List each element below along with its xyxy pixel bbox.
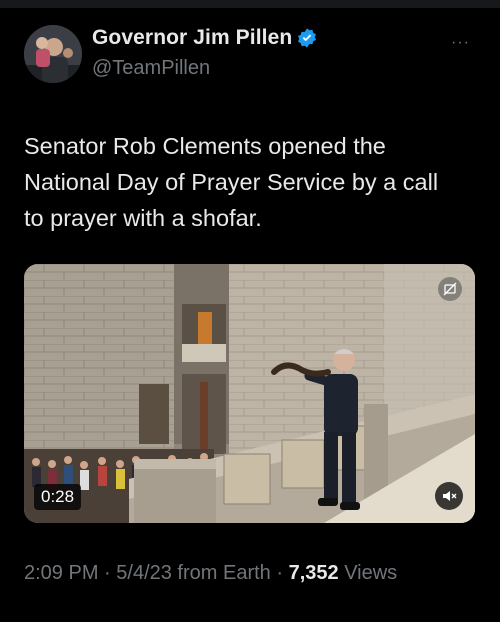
author-name[interactable]: Governor Jim Pillen xyxy=(92,26,292,50)
image-off-icon[interactable] xyxy=(438,277,462,301)
views-label: Views xyxy=(338,562,398,584)
mute-icon[interactable] xyxy=(435,482,463,510)
avatar-photo xyxy=(24,25,82,83)
tweet-meta: 2:09 PM · 5/4/23 from Earth · 7,352 View… xyxy=(24,557,464,589)
tweet-text: Senator Rob Clements opened the National… xyxy=(24,133,439,231)
avatar[interactable] xyxy=(24,25,82,83)
tweet-date[interactable]: 5/4/23 xyxy=(116,562,172,584)
views-count[interactable]: 7,352 xyxy=(289,562,339,584)
verified-badge-icon xyxy=(298,28,317,48)
tweet-source: from Earth xyxy=(171,562,271,584)
author-row: Governor Jim Pillen xyxy=(92,26,318,50)
author-handle[interactable]: @TeamPillen xyxy=(92,57,210,80)
top-divider xyxy=(0,0,500,8)
video-thumbnail xyxy=(24,264,475,523)
video-player[interactable]: 0:28 xyxy=(24,264,475,523)
video-duration: 0:28 xyxy=(34,484,82,510)
tweet-time[interactable]: 2:09 PM xyxy=(24,562,98,584)
meta-separator: · xyxy=(98,562,117,584)
more-options-icon[interactable]: ··· xyxy=(451,34,470,52)
meta-separator: · xyxy=(270,562,289,584)
